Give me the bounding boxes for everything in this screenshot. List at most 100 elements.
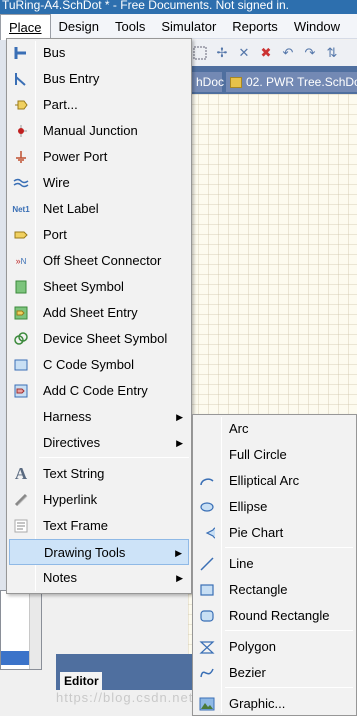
bus-icon	[12, 44, 30, 62]
elliptical-arc-icon	[198, 472, 216, 490]
editor-tab[interactable]: Editor	[60, 672, 102, 690]
place-c-code-symbol[interactable]: C Code Symbol	[9, 352, 189, 378]
draw-polygon-label: Polygon	[229, 639, 276, 654]
place-add-sheet-entry-label: Add Sheet Entry	[43, 305, 138, 320]
menu-separator	[39, 457, 189, 458]
c-code-entry-icon	[12, 382, 30, 400]
place-bus-label: Bus	[43, 45, 66, 60]
draw-ellipse[interactable]: Ellipse	[195, 494, 355, 520]
submenu-separator	[225, 547, 353, 548]
place-off-sheet-connector[interactable]: » N Off Sheet Connector	[9, 248, 189, 274]
place-wire[interactable]: Wire	[9, 170, 189, 196]
cross-select-icon[interactable]: ✕	[236, 45, 252, 61]
place-net-label[interactable]: Net1 Net Label	[9, 196, 189, 222]
line-icon	[198, 555, 216, 573]
place-off-sheet-connector-label: Off Sheet Connector	[43, 253, 162, 268]
ellipse-icon	[198, 498, 216, 516]
place-menu: Bus Bus Entry Part... Manual Junction Po…	[6, 38, 192, 594]
text-string-icon: A	[14, 464, 28, 483]
place-port[interactable]: Port	[9, 222, 189, 248]
graphic-icon	[198, 695, 216, 713]
place-power-port-label: Power Port	[43, 149, 108, 164]
draw-elliptical-arc[interactable]: Elliptical Arc	[195, 468, 355, 494]
place-hyperlink[interactable]: Hyperlink	[9, 487, 189, 513]
place-text-string[interactable]: A Text String	[9, 461, 189, 487]
menu-design-label: Design	[58, 18, 99, 34]
hyperlink-icon	[12, 491, 30, 509]
place-add-c-code-entry[interactable]: Add C Code Entry	[9, 378, 189, 404]
pie-chart-icon	[198, 524, 216, 542]
place-drawing-tools[interactable]: Drawing Tools ▶	[9, 539, 189, 565]
draw-round-rectangle[interactable]: Round Rectangle	[195, 603, 355, 629]
place-text-frame[interactable]: Text Frame	[9, 513, 189, 539]
net-label-icon: Net1	[12, 204, 30, 214]
part-icon	[12, 96, 30, 114]
draw-rectangle[interactable]: Rectangle	[195, 577, 355, 603]
submenu-separator	[225, 687, 353, 688]
menu-place-label: Place	[9, 19, 42, 35]
bezier-icon	[198, 664, 216, 682]
draw-graphic-label: Graphic...	[229, 696, 286, 711]
select-rect-icon[interactable]	[192, 45, 208, 61]
menu-design[interactable]: Design	[51, 14, 107, 39]
place-port-label: Port	[43, 227, 67, 242]
rectangle-icon	[198, 581, 216, 599]
place-bus-entry[interactable]: Bus Entry	[9, 66, 189, 92]
toolbar: ✢ ✕ ✖ ↶ ↷ ⇅	[188, 40, 357, 66]
place-wire-label: Wire	[43, 175, 70, 190]
place-device-sheet-symbol[interactable]: Device Sheet Symbol	[9, 326, 189, 352]
move-icon[interactable]: ✢	[214, 45, 230, 61]
selected-item[interactable]	[1, 651, 29, 665]
panel-scrollbar[interactable]	[29, 591, 41, 669]
project-panel[interactable]	[0, 590, 42, 670]
place-harness[interactable]: Harness ▶	[9, 404, 189, 430]
place-text-string-label: Text String	[43, 466, 105, 481]
window-title: TuRing-A4.SchDot * - Free Documents. Not…	[0, 0, 357, 14]
place-c-code-symbol-label: C Code Symbol	[43, 357, 135, 372]
draw-pie-chart[interactable]: Pie Chart	[195, 520, 355, 546]
draw-arc[interactable]: Arc	[195, 416, 355, 442]
place-power-port[interactable]: Power Port	[9, 144, 189, 170]
place-directives[interactable]: Directives ▶	[9, 430, 189, 456]
place-add-sheet-entry[interactable]: Add Sheet Entry	[9, 300, 189, 326]
place-part[interactable]: Part...	[9, 92, 189, 118]
draw-ellipse-label: Ellipse	[229, 499, 268, 514]
draw-rectangle-label: Rectangle	[229, 582, 288, 597]
sheet-symbol-icon	[12, 278, 30, 296]
draw-round-rectangle-label: Round Rectangle	[229, 608, 330, 623]
doc-tab-1[interactable]: hDoc	[192, 72, 224, 92]
redo-icon[interactable]: ↷	[302, 45, 318, 61]
place-add-c-code-entry-label: Add C Code Entry	[43, 383, 148, 398]
place-sheet-symbol[interactable]: Sheet Symbol	[9, 274, 189, 300]
menu-reports[interactable]: Reports	[224, 14, 286, 39]
draw-bezier-label: Bezier	[229, 665, 266, 680]
place-notes-label: Notes	[43, 570, 77, 585]
doc-tab-2[interactable]: 02. PWR Tree.SchDoc	[226, 72, 357, 92]
draw-full-circle-label: Full Circle	[229, 447, 287, 462]
submenu-arrow-icon: ▶	[176, 573, 183, 583]
wire-icon	[12, 174, 30, 192]
draw-line[interactable]: Line	[195, 551, 355, 577]
power-port-icon	[12, 148, 30, 166]
place-manual-junction[interactable]: Manual Junction	[9, 118, 189, 144]
draw-elliptical-arc-label: Elliptical Arc	[229, 473, 300, 488]
polygon-icon	[198, 638, 216, 656]
draw-graphic[interactable]: Graphic...	[195, 691, 355, 716]
place-harness-label: Harness	[43, 409, 92, 424]
clear-icon[interactable]: ✖	[258, 45, 274, 61]
menu-tools[interactable]: Tools	[107, 14, 153, 39]
sort-icon[interactable]: ⇅	[324, 45, 340, 61]
sheet-entry-icon	[12, 304, 30, 322]
menu-window[interactable]: Window	[286, 14, 348, 39]
place-bus[interactable]: Bus	[9, 40, 189, 66]
menu-place[interactable]: Place	[0, 13, 51, 40]
draw-bezier[interactable]: Bezier	[195, 660, 355, 686]
undo-icon[interactable]: ↶	[280, 45, 296, 61]
place-manual-junction-label: Manual Junction	[43, 123, 138, 138]
menu-simulator[interactable]: Simulator	[153, 14, 224, 39]
place-notes[interactable]: Notes ▶	[9, 565, 189, 591]
draw-polygon[interactable]: Polygon	[195, 634, 355, 660]
place-net-label-label: Net Label	[43, 201, 99, 216]
schematic-file-icon	[230, 76, 242, 88]
draw-full-circle[interactable]: Full Circle	[195, 442, 355, 468]
